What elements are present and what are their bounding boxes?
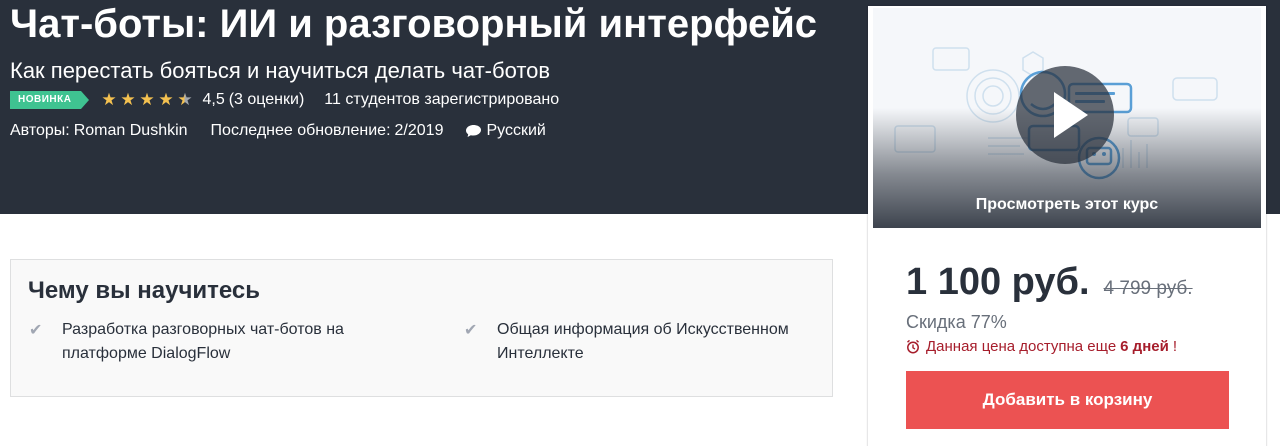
learn-item: ✔ Разработка разговорных чат-ботов на пл… bbox=[29, 318, 392, 366]
authors-label: Авторы: bbox=[10, 122, 70, 139]
star-icon: ★ bbox=[120, 90, 136, 109]
price-row: 1 100 руб. 4 799 руб. bbox=[906, 261, 1193, 304]
last-updated-label: Последнее обновление: bbox=[210, 122, 391, 139]
check-icon: ✔ bbox=[464, 322, 478, 339]
last-updated-value: 2/2019 bbox=[394, 122, 444, 139]
play-icon bbox=[1054, 92, 1088, 138]
original-price: 4 799 руб. bbox=[1103, 278, 1193, 299]
rating-count[interactable]: (3 оценки) bbox=[229, 91, 305, 109]
add-to-cart-button[interactable]: Добавить в корзину bbox=[906, 371, 1229, 429]
last-updated: Последнее обновление: 2/2019 bbox=[211, 122, 444, 140]
learn-item: ✔ Общая информация об Искусственном Инте… bbox=[464, 318, 827, 366]
price-timer: Данная цена доступна еще 6 дней ! bbox=[906, 338, 1177, 355]
timer-days: 6 дней bbox=[1120, 338, 1169, 355]
enrollment-count: 11 студентов зарегистрировано bbox=[324, 91, 560, 108]
check-icon: ✔ bbox=[29, 322, 43, 339]
play-button[interactable] bbox=[1016, 66, 1114, 164]
purchase-sidebar: Просмотреть этот курс 1 100 руб. 4 799 р… bbox=[868, 6, 1266, 446]
preview-label[interactable]: Просмотреть этот курс bbox=[873, 196, 1261, 214]
learn-title: Чему вы научитесь bbox=[28, 277, 261, 304]
course-preview[interactable]: Просмотреть этот курс bbox=[873, 8, 1261, 228]
rating-stars[interactable]: ★ ★ ★ ★ ★ bbox=[99, 90, 194, 110]
rating-value[interactable]: 4,5 bbox=[202, 91, 224, 109]
star-icon: ★ bbox=[139, 90, 155, 109]
course-language: Русский bbox=[465, 122, 546, 140]
course-meta: Авторы: Roman Dushkin Последнее обновлен… bbox=[10, 120, 546, 142]
speech-bubble-icon bbox=[466, 125, 482, 137]
what-you-will-learn: Чему вы научитесь ✔ Разработка разговорн… bbox=[10, 259, 833, 397]
author-link[interactable]: Roman Dushkin bbox=[74, 122, 188, 140]
timer-prefix: Данная цена доступна еще bbox=[926, 338, 1117, 355]
new-badge: НОВИНКА bbox=[10, 91, 90, 109]
learn-item-text: Общая информация об Искусственном Интелл… bbox=[497, 321, 789, 362]
star-icon: ★ bbox=[101, 90, 117, 109]
star-icon: ★ bbox=[158, 90, 174, 109]
language-label: Русский bbox=[486, 122, 546, 139]
star-half-icon: ★ bbox=[177, 90, 193, 109]
course-title: Чат-боты: ИИ и разговорный интерфейс bbox=[10, 2, 818, 46]
course-subtitle: Как перестать бояться и научиться делать… bbox=[10, 58, 551, 83]
current-price: 1 100 руб. bbox=[906, 261, 1090, 303]
alarm-clock-icon bbox=[907, 339, 919, 354]
timer-suffix: ! bbox=[1172, 338, 1177, 355]
discount-label: Скидка 77% bbox=[906, 312, 1007, 332]
rating-row: НОВИНКА ★ ★ ★ ★ ★ 4,5 (3 оценки) 11 студ… bbox=[10, 90, 559, 110]
learn-item-text: Разработка разговорных чат-ботов на плат… bbox=[62, 321, 344, 362]
